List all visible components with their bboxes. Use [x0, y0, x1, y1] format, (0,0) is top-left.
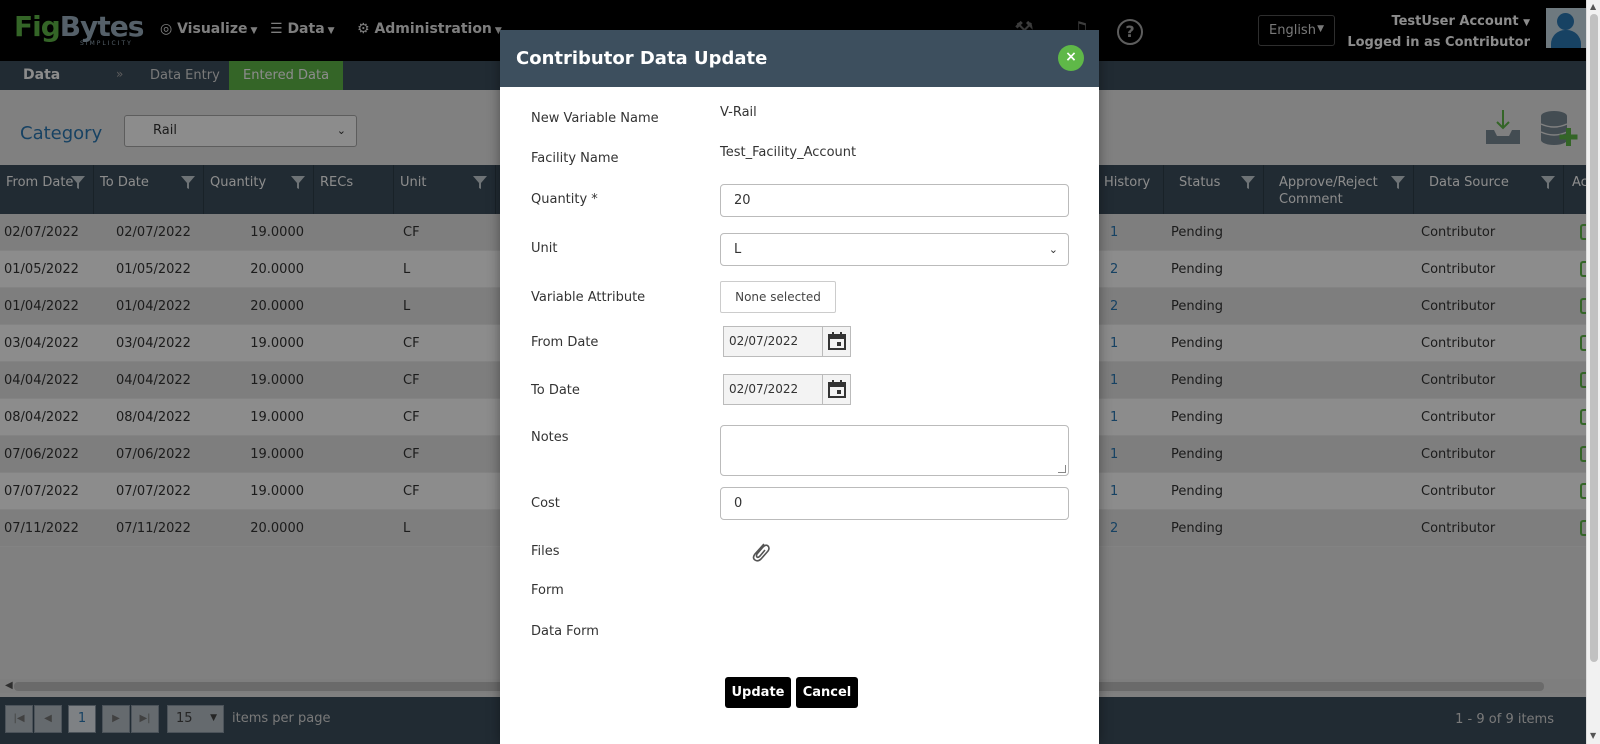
label-to-date: To Date — [531, 383, 580, 398]
scrollbar-thumb[interactable] — [1590, 14, 1598, 662]
label-variable-name: New Variable Name — [531, 111, 659, 126]
value-variable-name: V-Rail — [720, 105, 757, 120]
dialog-header: Contributor Data Update × — [500, 30, 1099, 87]
paperclip-icon[interactable] — [750, 540, 772, 564]
chevron-down-icon: ⌄ — [1048, 243, 1058, 256]
calendar-icon[interactable] — [822, 327, 850, 356]
label-notes: Notes — [531, 430, 569, 445]
from-date-input[interactable]: 02/07/2022 — [723, 326, 851, 357]
notes-textarea[interactable] — [720, 425, 1069, 476]
scroll-down-icon[interactable]: ▼ — [1590, 731, 1596, 740]
label-quantity: Quantity * — [531, 192, 598, 207]
label-from-date: From Date — [531, 335, 599, 350]
variable-attribute-multiselect[interactable]: None selected — [720, 281, 836, 313]
contributor-data-update-dialog: Contributor Data Update × New Variable N… — [500, 30, 1099, 744]
label-variable-attribute: Variable Attribute — [531, 290, 646, 305]
vertical-scrollbar[interactable]: ▲ ▼ — [1586, 0, 1600, 744]
quantity-input[interactable]: 20 — [720, 184, 1069, 217]
label-data-form: Data Form — [531, 624, 599, 639]
close-icon[interactable]: × — [1058, 45, 1084, 71]
dialog-title: Contributor Data Update — [516, 48, 768, 69]
cost-input[interactable]: 0 — [720, 487, 1069, 520]
resize-grip[interactable] — [1058, 465, 1066, 473]
value-facility-name: Test_Facility_Account — [720, 145, 857, 160]
cancel-button[interactable]: Cancel — [796, 677, 858, 708]
scroll-up-icon[interactable]: ▲ — [1590, 2, 1596, 11]
calendar-icon[interactable] — [822, 375, 850, 404]
label-files: Files — [531, 544, 560, 559]
label-facility-name: Facility Name — [531, 151, 619, 166]
unit-select[interactable]: L ⌄ — [720, 233, 1069, 266]
label-cost: Cost — [531, 496, 560, 511]
label-unit: Unit — [531, 241, 558, 256]
update-button[interactable]: Update — [725, 677, 791, 708]
label-form: Form — [531, 583, 564, 598]
to-date-input[interactable]: 02/07/2022 — [723, 374, 851, 405]
